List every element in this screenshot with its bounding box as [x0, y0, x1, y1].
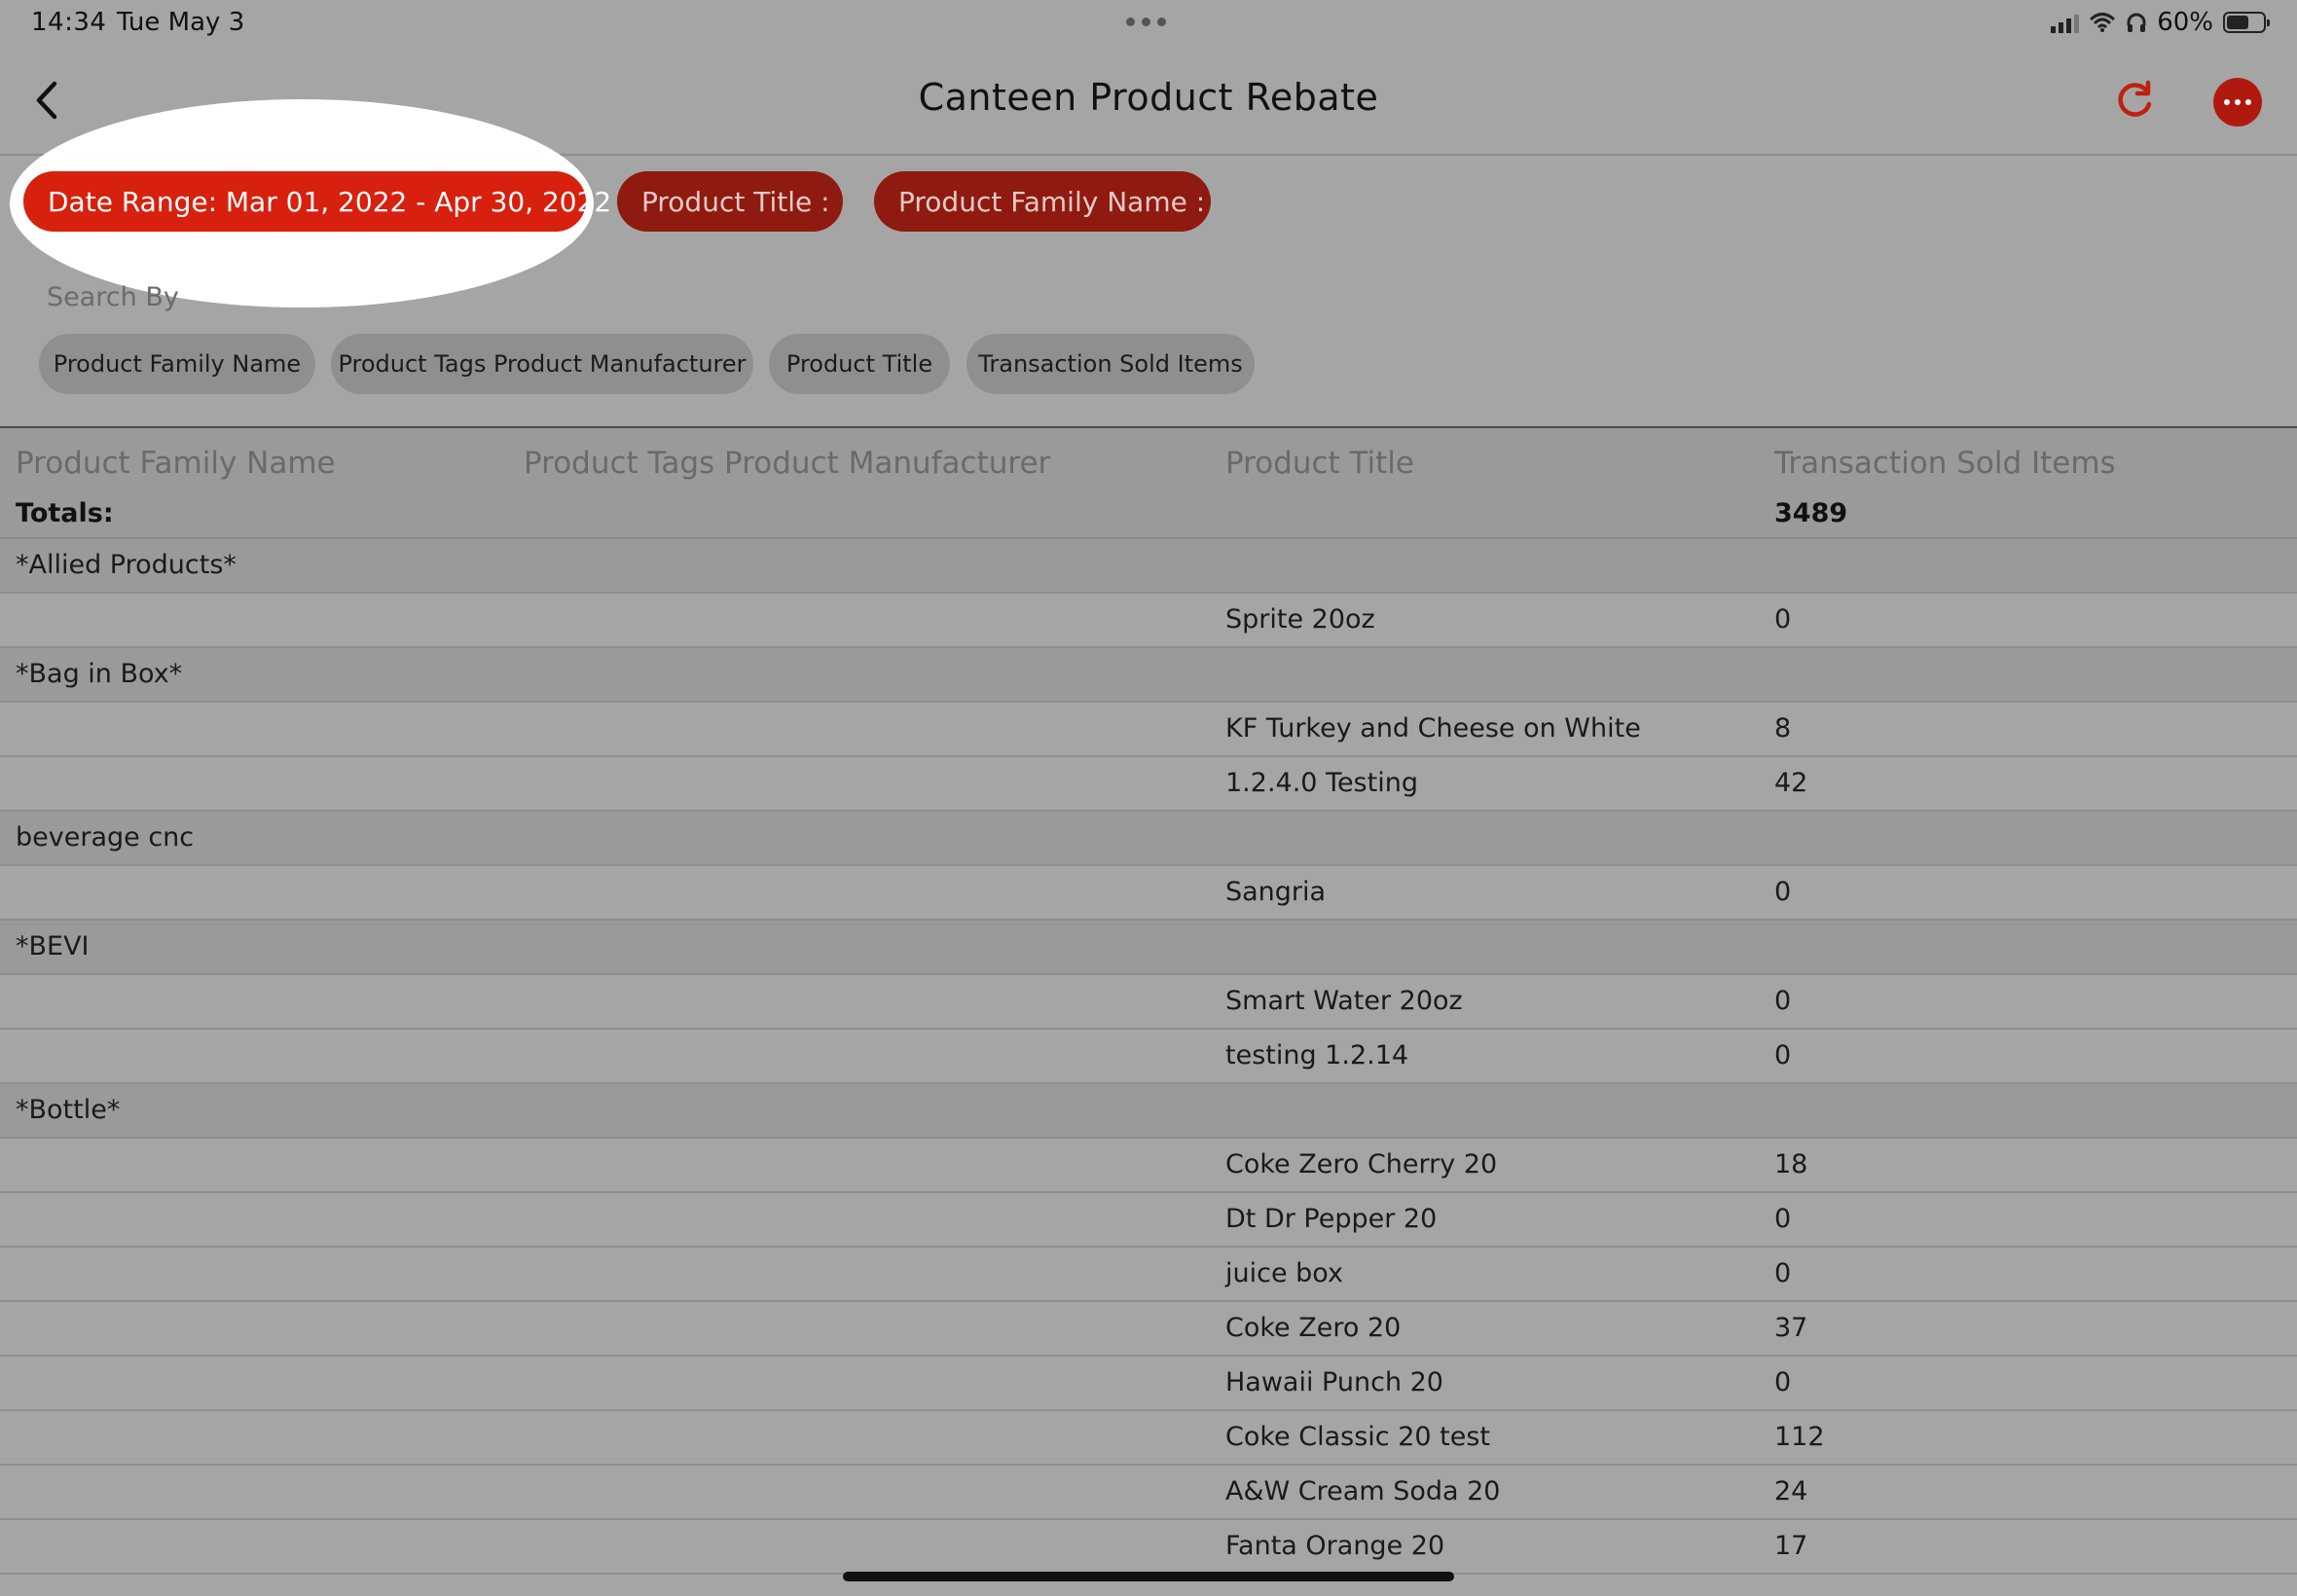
battery-level	[2227, 16, 2248, 29]
table-row[interactable]: Dt Dr Pepper 20 0	[0, 1193, 2297, 1248]
column-header-product-tags[interactable]: Product Tags Product Manufacturer	[524, 446, 1050, 481]
family-name-cell: *Allied Products*	[16, 550, 237, 580]
battery-percent: 60%	[2157, 8, 2213, 37]
group-row[interactable]: *BEVI	[0, 921, 2297, 975]
sold-items-cell: 17	[1774, 1531, 1808, 1561]
sold-items-cell: 24	[1774, 1476, 1808, 1506]
product-title-cell: Fanta Orange 20	[1225, 1531, 1445, 1561]
sold-items-cell: 112	[1774, 1422, 1825, 1452]
refresh-icon[interactable]	[2112, 78, 2157, 123]
search-option-product-family-name[interactable]: Product Family Name	[39, 334, 315, 394]
column-header-product-family[interactable]: Product Family Name	[16, 446, 336, 481]
product-title-cell: Sangria	[1225, 877, 1327, 907]
product-title-cell: A&W Cream Soda 20	[1225, 1476, 1501, 1506]
status-date: Tue May 3	[117, 8, 245, 37]
totals-value: 3489	[1774, 498, 1848, 528]
sold-items-cell: 42	[1774, 768, 1808, 798]
battery-icon	[2223, 12, 2270, 33]
group-row[interactable]: *Allied Products*	[0, 539, 2297, 594]
table-row[interactable]: Fanta Orange 20 17	[0, 1520, 2297, 1575]
search-by-label: Search By	[47, 282, 179, 312]
search-option-transaction-sold-items[interactable]: Transaction Sold Items	[966, 334, 1255, 394]
product-title-cell: Sprite 20oz	[1225, 604, 1375, 635]
date-range-chip[interactable]: Date Range: Mar 01, 2022 - Apr 30, 2022	[23, 171, 611, 232]
headphones-icon	[2127, 13, 2146, 32]
sold-items-cell: 0	[1774, 1367, 1792, 1397]
product-title-cell: Coke Zero 20	[1225, 1313, 1402, 1343]
product-title-cell: Coke Classic 20 test	[1225, 1422, 1490, 1452]
table-row[interactable]: Sprite 20oz 0	[0, 594, 2297, 648]
product-title-cell: Dt Dr Pepper 20	[1225, 1204, 1438, 1234]
wifi-icon	[2090, 13, 2116, 32]
product-title-cell: juice box	[1225, 1258, 1343, 1288]
table-row[interactable]: 1.2.4.0 Testing 42	[0, 757, 2297, 812]
home-indicator[interactable]	[843, 1572, 1454, 1581]
sold-items-cell: 8	[1774, 713, 1792, 744]
table-row[interactable]: Coke Zero Cherry 20 18	[0, 1139, 2297, 1193]
totals-label: Totals:	[16, 498, 114, 528]
status-bar: 14:34 Tue May 3 60%	[0, 0, 2297, 49]
status-time: 14:34	[31, 8, 107, 37]
family-name-cell: *Bag in Box*	[16, 659, 183, 689]
sold-items-cell: 0	[1774, 1204, 1792, 1234]
search-option-product-title[interactable]: Product Title	[769, 334, 950, 394]
product-title-cell: Smart Water 20oz	[1225, 986, 1463, 1016]
search-option-product-tags-manufacturer[interactable]: Product Tags Product Manufacturer	[331, 334, 753, 394]
table-row[interactable]: Hawaii Punch 20 0	[0, 1357, 2297, 1411]
product-title-filter-chip[interactable]: Product Title :	[617, 171, 843, 232]
family-name-cell: *BEVI	[16, 931, 90, 961]
sold-items-cell: 37	[1774, 1313, 1808, 1343]
multitasking-dots-icon[interactable]	[1126, 18, 1166, 26]
family-name-cell: beverage cnc	[16, 822, 195, 852]
group-row[interactable]: *Bag in Box*	[0, 648, 2297, 703]
rebate-table: Product Family Name Product Tags Product…	[0, 426, 2297, 1575]
sold-items-cell: 0	[1774, 986, 1792, 1016]
product-title-cell: Coke Zero Cherry 20	[1225, 1149, 1498, 1179]
column-header-sold-items[interactable]: Transaction Sold Items	[1774, 446, 2116, 481]
table-row[interactable]: Sangria 0	[0, 866, 2297, 921]
product-family-filter-chip[interactable]: Product Family Name :	[874, 171, 1211, 232]
product-title-cell: 1.2.4.0 Testing	[1225, 768, 1418, 798]
totals-row: Totals: 3489	[0, 490, 2297, 539]
table-row[interactable]: juice box 0	[0, 1248, 2297, 1302]
sold-items-cell: 0	[1774, 1040, 1792, 1070]
sold-items-cell: 0	[1774, 604, 1792, 635]
column-header-product-title[interactable]: Product Title	[1225, 446, 1414, 481]
cellular-signal-icon	[2051, 12, 2080, 33]
sold-items-cell: 18	[1774, 1149, 1808, 1179]
table-row[interactable]: Coke Zero 20 37	[0, 1302, 2297, 1357]
family-name-cell: *Bottle*	[16, 1095, 121, 1125]
table-row[interactable]: testing 1.2.14 0	[0, 1030, 2297, 1084]
table-row[interactable]: Smart Water 20oz 0	[0, 975, 2297, 1030]
group-row[interactable]: beverage cnc	[0, 812, 2297, 866]
table-body: *Allied Products* Sprite 20oz 0 *Bag in Box…	[0, 539, 2297, 1575]
product-title-cell: KF Turkey and Cheese on White	[1225, 713, 1641, 744]
sold-items-cell: 0	[1774, 877, 1792, 907]
more-options-button[interactable]	[2213, 78, 2262, 127]
sold-items-cell: 0	[1774, 1258, 1792, 1288]
table-row[interactable]: Coke Classic 20 test 112	[0, 1411, 2297, 1466]
table-row[interactable]: A&W Cream Soda 20 24	[0, 1466, 2297, 1520]
table-header: Product Family Name Product Tags Product…	[0, 428, 2297, 490]
group-row[interactable]: *Bottle*	[0, 1084, 2297, 1139]
table-row[interactable]: KF Turkey and Cheese on White 8	[0, 703, 2297, 757]
product-title-cell: testing 1.2.14	[1225, 1040, 1409, 1070]
product-title-cell: Hawaii Punch 20	[1225, 1367, 1443, 1397]
